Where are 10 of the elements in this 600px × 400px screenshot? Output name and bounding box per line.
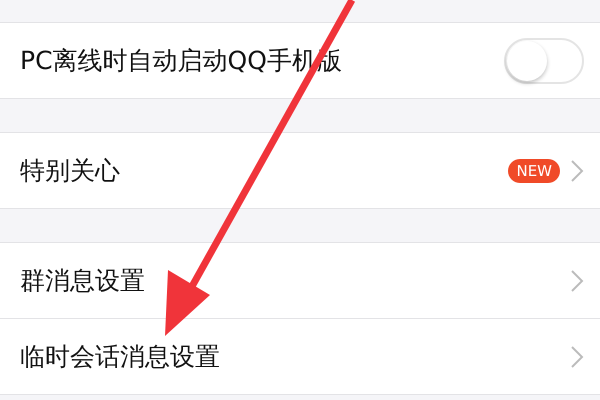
chevron-right-icon xyxy=(570,158,584,182)
row-label: 特别关心 xyxy=(20,155,121,187)
toggle-switch[interactable] xyxy=(504,38,584,84)
settings-row[interactable]: 群消息设置 xyxy=(0,243,600,318)
row-label: 群消息设置 xyxy=(20,265,146,297)
chevron-right-icon xyxy=(570,344,584,368)
chevron-right-icon xyxy=(570,268,584,292)
settings-row[interactable]: 特别关心 NEW xyxy=(0,133,600,208)
new-badge: NEW xyxy=(508,158,560,182)
row-label: 临时会话消息设置 xyxy=(20,341,221,373)
